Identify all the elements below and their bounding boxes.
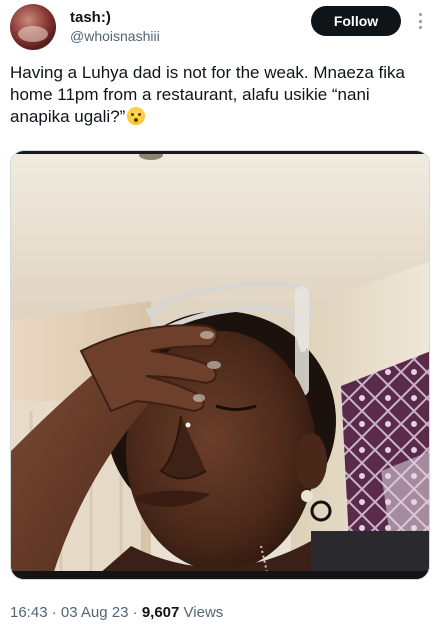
photo-illustration: [11, 151, 429, 579]
more-dot: [418, 13, 422, 16]
tweet-photo[interactable]: [10, 150, 430, 580]
tweet-text: Having a Luhya dad is not for the weak. …: [10, 62, 430, 128]
display-name[interactable]: tash:): [70, 9, 160, 27]
tweet-card: tash:) @whoisnashiii Follow Having a Luh…: [0, 0, 442, 630]
more-dot: [418, 19, 422, 23]
views-label: Views: [183, 604, 224, 621]
tweet-meta: 16:43 · 03 Aug 23 · 9,607 Views: [10, 604, 223, 622]
earring: [301, 490, 313, 502]
flushed-face-emoji-icon: [127, 107, 146, 125]
username-handle[interactable]: @whoisnashiii: [70, 27, 160, 45]
views-count[interactable]: 9,607: [142, 604, 180, 621]
nose-stud: [185, 422, 191, 428]
meta-separator: ·: [132, 604, 138, 621]
follow-button[interactable]: Follow: [311, 6, 401, 36]
meta-separator: ·: [51, 604, 57, 621]
author-names[interactable]: tash:) @whoisnashiii: [70, 9, 160, 45]
tweet-text-body: Having a Luhya dad is not for the weak. …: [10, 63, 410, 126]
tweet-header: tash:) @whoisnashiii Follow: [10, 4, 434, 50]
tweet-date[interactable]: 03 Aug 23: [61, 604, 129, 621]
avatar[interactable]: [10, 4, 56, 50]
tweet-time[interactable]: 16:43: [10, 604, 48, 621]
more-dot: [418, 26, 422, 29]
more-vertical-icon[interactable]: [414, 10, 426, 32]
